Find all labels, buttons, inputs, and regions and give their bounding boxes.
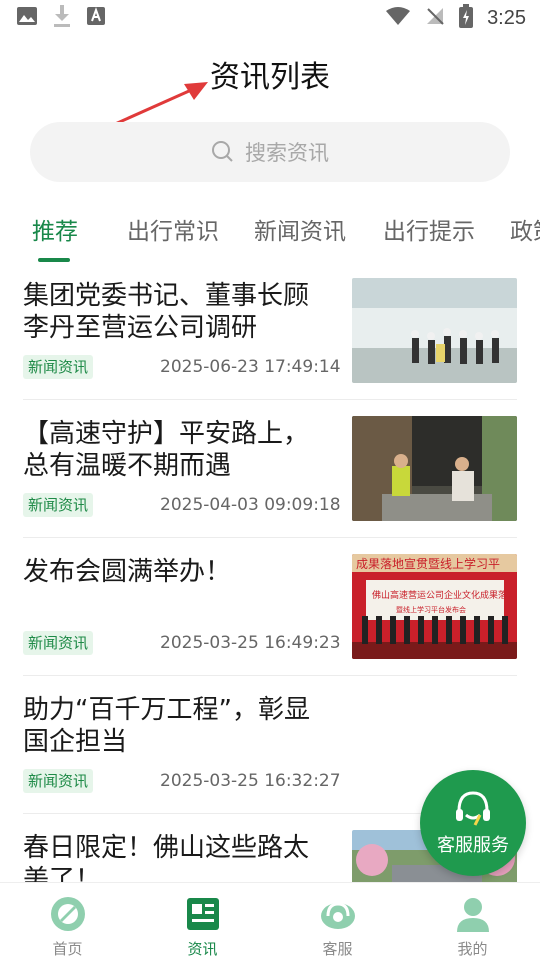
thumb-main-text: 佛山高速营运公司企业文化成果落地宣贯 xyxy=(372,589,517,601)
search-input[interactable]: 搜索资讯 xyxy=(30,122,510,182)
thumb-sub-text: 暨线上学习平台发布会 xyxy=(396,605,466,614)
news-category-tag: 新闻资讯 xyxy=(23,631,94,655)
news-title: 发布会圆满举办！ xyxy=(23,557,232,587)
customer-service-button[interactable]: 客服服务 xyxy=(420,770,526,876)
status-right: 3:25 xyxy=(385,4,526,32)
search-icon xyxy=(212,141,233,162)
home-icon xyxy=(50,897,85,931)
nav-profile[interactable]: 我的 xyxy=(405,883,540,961)
news-date: 2025-03-25 16:49:23 xyxy=(160,633,341,653)
status-bar: 3:25 xyxy=(0,0,540,36)
news-category-tag: 新闻资讯 xyxy=(23,355,94,379)
status-left xyxy=(16,4,106,32)
bottom-nav: 首页 资讯 客服 我的 xyxy=(0,882,540,961)
thumb-banner-text: 成果落地宣贯暨线上学习平 xyxy=(356,556,500,571)
image-notification-icon xyxy=(16,6,38,30)
search-placeholder: 搜索资讯 xyxy=(245,141,329,165)
category-tabs: 推荐 出行常识 新闻资讯 出行提示 政策 xyxy=(0,200,540,262)
news-title: 【高速守护】平安路上，总有温暖不期而遇 xyxy=(23,419,310,481)
tab-news[interactable]: 新闻资讯 xyxy=(254,212,346,246)
status-time: 3:25 xyxy=(487,6,526,29)
news-thumbnail xyxy=(352,416,517,521)
nav-service-label: 客服 xyxy=(322,940,353,958)
news-thumbnail: 成果落地宣贯暨线上学习平 佛山高速营运公司企业文化成果落地宣贯 暨线上学习平台发… xyxy=(352,554,517,659)
news-item[interactable]: 【高速守护】平安路上，总有温暖不期而遇 新闻资讯 2025-04-03 09:0… xyxy=(23,400,517,538)
news-title: 集团党委书记、董事长顾李丹至营运公司调研 xyxy=(23,281,310,343)
app-notification-icon xyxy=(86,6,106,30)
news-date: 2025-04-03 09:09:18 xyxy=(160,495,341,515)
tab-policy[interactable]: 政策 xyxy=(510,212,540,246)
user-icon xyxy=(456,898,489,932)
wifi-icon xyxy=(385,6,411,30)
news-category-tag: 新闻资讯 xyxy=(23,769,94,793)
tab-travel-tips[interactable]: 出行常识 xyxy=(127,212,219,246)
news-date: 2025-06-23 17:49:14 xyxy=(160,357,341,377)
service-icon xyxy=(320,902,355,929)
no-signal-icon xyxy=(425,6,445,30)
customer-service-label: 客服服务 xyxy=(437,835,509,856)
headset-icon xyxy=(456,791,490,826)
news-item[interactable]: 集团党委书记、董事长顾李丹至营运公司调研 新闻资讯 2025-06-23 17:… xyxy=(23,262,517,400)
news-icon xyxy=(186,898,219,930)
nav-service[interactable]: 客服 xyxy=(270,883,405,961)
nav-home-label: 首页 xyxy=(52,940,83,958)
tab-travel-alerts[interactable]: 出行提示 xyxy=(383,212,475,246)
news-category-tag: 新闻资讯 xyxy=(23,493,94,517)
nav-news[interactable]: 资讯 xyxy=(135,883,270,961)
news-thumbnail xyxy=(352,278,517,383)
news-date: 2025-03-25 16:32:27 xyxy=(160,771,341,791)
tab-recommended[interactable]: 推荐 xyxy=(32,212,78,246)
nav-news-label: 资讯 xyxy=(187,940,218,958)
nav-profile-label: 我的 xyxy=(457,940,488,958)
download-notification-icon xyxy=(52,4,72,32)
battery-charging-icon xyxy=(459,4,474,32)
news-title: 助力“百千万工程”，彰显国企担当 xyxy=(23,695,310,757)
news-item[interactable]: 发布会圆满举办！ 新闻资讯 2025-03-25 16:49:23 成果落地宣贯… xyxy=(23,538,517,676)
nav-home[interactable]: 首页 xyxy=(0,883,135,961)
